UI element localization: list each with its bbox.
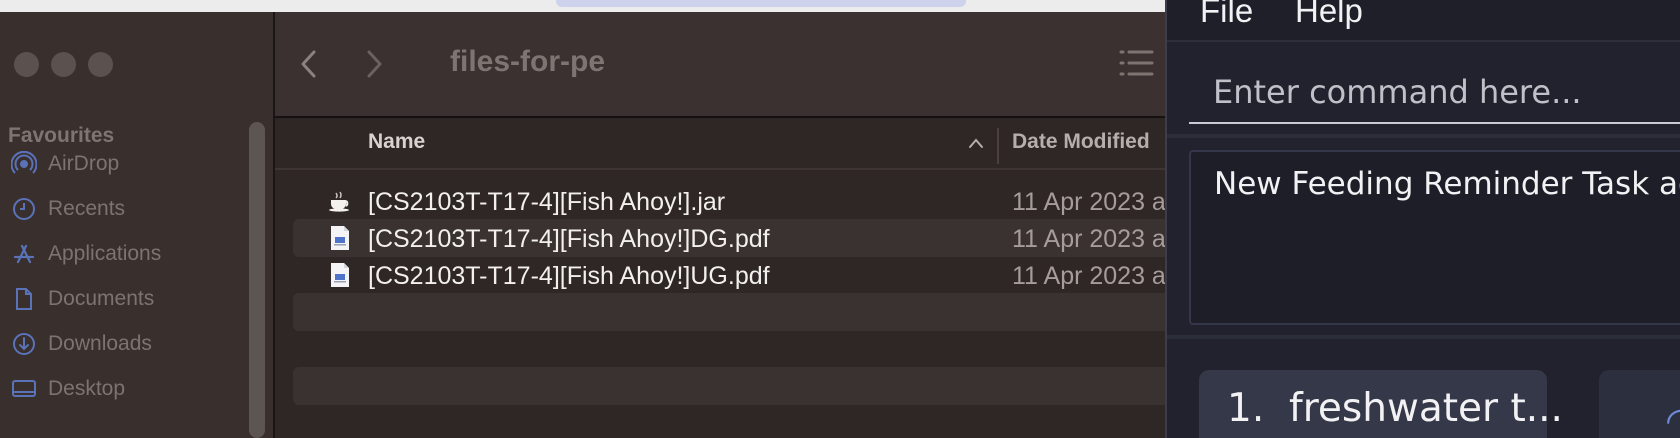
file-row[interactable]: [CS2103T-T17-4][Fish Ahoy!]DG.pdf 11 Apr… — [293, 219, 1173, 257]
list-view-icon — [1118, 50, 1154, 82]
forward-button[interactable] — [360, 46, 390, 86]
menu-help[interactable]: Help — [1295, 0, 1363, 30]
fish-card-name: freshwater t... — [1289, 386, 1563, 431]
list-view-button[interactable] — [1118, 48, 1154, 83]
sidebar-scrollbar[interactable] — [249, 122, 265, 438]
result-display[interactable]: New Feeding Reminder Task adde — [1189, 150, 1680, 325]
sort-ascending-icon[interactable] — [968, 136, 984, 154]
minimize-window-button[interactable] — [51, 52, 76, 77]
browser-tab-hint — [556, 0, 966, 7]
column-header-name[interactable]: Name — [368, 130, 425, 154]
empty-row-stripe — [293, 367, 1168, 405]
airdrop-icon — [10, 150, 38, 178]
sidebar-item-label: Applications — [48, 242, 162, 265]
file-name: [CS2103T-T17-4][Fish Ahoy!].jar — [368, 188, 726, 216]
pdf-file-icon — [327, 262, 353, 288]
close-window-button[interactable] — [14, 52, 39, 77]
sidebar-item-airdrop[interactable]: AirDrop — [10, 147, 119, 181]
column-header: Name Date Modified — [275, 118, 1168, 170]
finder-toolbar: files-for-pe — [275, 12, 1168, 116]
file-name: [CS2103T-T17-4][Fish Ahoy!]UG.pdf — [368, 262, 770, 290]
sidebar-item-label: AirDrop — [48, 152, 120, 175]
sidebar-item-label: Documents — [48, 287, 155, 310]
empty-row-stripe — [293, 293, 1168, 331]
app-menubar: File Help — [1167, 0, 1680, 42]
file-row[interactable]: [CS2103T-T17-4][Fish Ahoy!]UG.pdf 11 Apr… — [293, 256, 1173, 294]
fish-card-index: 1. — [1227, 386, 1265, 431]
sidebar-item-documents[interactable]: Documents — [10, 282, 154, 316]
sidebar-item-desktop[interactable]: Desktop — [10, 372, 125, 406]
sidebar-item-label: Downloads — [48, 332, 152, 355]
partial-glyph-icon: ◜ — [1667, 400, 1680, 438]
desktop-top-strip — [0, 0, 1168, 12]
sidebar-item-downloads[interactable]: Downloads — [10, 327, 152, 361]
finder-window: Favourites AirDrop Recents Applications … — [0, 12, 1173, 438]
file-date: 11 Apr 2023 at — [1012, 225, 1173, 253]
folder-title: files-for-pe — [450, 45, 606, 78]
divider — [1167, 335, 1680, 339]
back-button[interactable] — [293, 46, 323, 86]
fish-ahoy-app-window: File Help New Feeding Reminder Task adde… — [1165, 0, 1680, 438]
sidebar-heading-favourites: Favourites — [8, 124, 115, 147]
column-header-date-modified[interactable]: Date Modified — [1012, 130, 1150, 154]
sidebar-item-applications[interactable]: Applications — [10, 237, 161, 271]
file-date: 11 Apr 2023 at — [1012, 188, 1173, 216]
finder-sidebar: Favourites AirDrop Recents Applications … — [0, 12, 273, 438]
document-icon — [10, 285, 38, 313]
java-jar-icon — [327, 188, 353, 214]
file-name: [CS2103T-T17-4][Fish Ahoy!]DG.pdf — [368, 225, 770, 253]
file-row[interactable]: [CS2103T-T17-4][Fish Ahoy!].jar 11 Apr 2… — [293, 182, 1173, 220]
pdf-file-icon — [327, 225, 353, 251]
sidebar-item-recents[interactable]: Recents — [10, 192, 125, 226]
menu-file[interactable]: File — [1200, 0, 1253, 30]
fish-card[interactable]: 1. freshwater t... — [1199, 370, 1563, 438]
chevron-right-icon — [366, 49, 384, 84]
zoom-window-button[interactable] — [88, 52, 113, 77]
result-message: New Feeding Reminder Task adde — [1214, 166, 1680, 202]
chevron-left-icon — [299, 49, 317, 84]
command-input[interactable] — [1189, 62, 1680, 124]
sidebar-item-label: Recents — [48, 197, 126, 220]
applications-icon — [10, 240, 38, 268]
column-separator[interactable] — [997, 128, 999, 164]
task-card[interactable]: ◜ — [1599, 370, 1680, 438]
file-date: 11 Apr 2023 at — [1012, 262, 1173, 290]
sidebar-item-label: Desktop — [48, 377, 126, 400]
divider — [1167, 134, 1680, 138]
download-icon — [10, 330, 38, 358]
clock-icon — [10, 195, 38, 223]
desktop-icon — [10, 375, 38, 403]
fish-card-title: 1. freshwater t... — [1227, 386, 1563, 431]
